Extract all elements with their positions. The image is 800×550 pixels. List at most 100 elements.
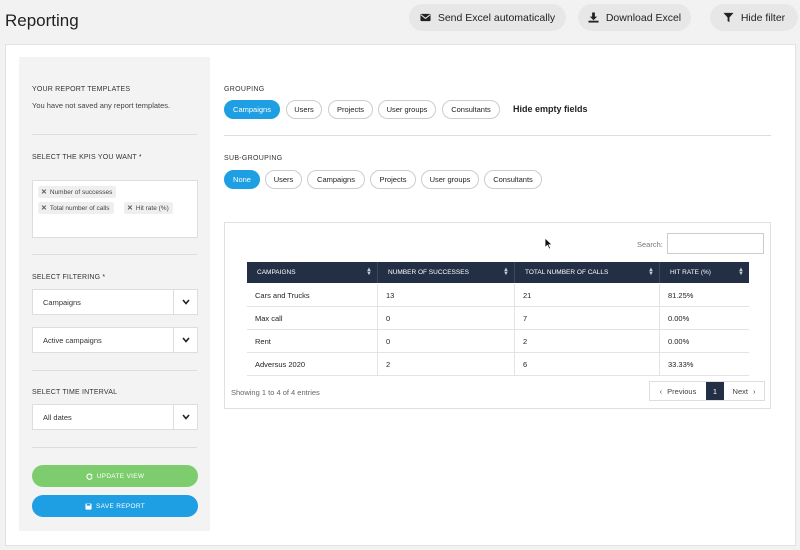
column-header-label: NUMBER OF SUCCESSES	[388, 269, 469, 276]
remove-icon[interactable]: ✕	[41, 188, 47, 196]
time-interval-value: All dates	[43, 412, 72, 422]
filter-value: Active campaigns	[43, 335, 102, 345]
table-row: Adversus 2020 2 6 33.33%	[247, 353, 749, 376]
hide-filter-label: Hide filter	[740, 11, 786, 24]
filter-value-select[interactable]: Active campaigns	[32, 327, 198, 353]
column-header-label: CAMPAIGNS	[257, 269, 296, 276]
subgrouping-option-none[interactable]: None	[224, 170, 260, 189]
table-row: Cars and Trucks 13 21 81.25%	[247, 284, 749, 307]
remove-icon[interactable]: ✕	[127, 204, 133, 212]
save-icon	[85, 502, 92, 510]
column-header-total-calls[interactable]: TOTAL NUMBER OF CALLS ▲ ▼	[514, 262, 659, 283]
chevron-down-icon[interactable]	[173, 405, 197, 429]
chevron-left-icon: ‹	[659, 386, 663, 396]
chevron-right-icon: ›	[752, 386, 756, 396]
sort-icon: ▲ ▼	[648, 267, 654, 277]
grouping-option-projects[interactable]: Projects	[328, 100, 373, 119]
cell-total-calls: 2	[514, 330, 659, 353]
search-input[interactable]	[667, 233, 764, 254]
grouping-option-campaigns[interactable]: Campaigns	[224, 100, 280, 119]
kpi-tag[interactable]: ✕ Total number of calls	[38, 202, 114, 214]
divider	[32, 134, 197, 135]
subgrouping-option-user-groups[interactable]: User groups	[421, 170, 479, 189]
update-view-label: UPDATE VIEW	[96, 472, 145, 480]
cell-hit-rate: 33.33%	[659, 353, 749, 376]
save-report-button[interactable]: SAVE REPORT	[32, 495, 198, 517]
report-panel: YOUR REPORT TEMPLATES You have not saved…	[5, 44, 796, 546]
filter-type-select[interactable]: Campaigns	[32, 289, 198, 315]
templates-empty-text: You have not saved any report templates.	[32, 101, 171, 110]
cell-successes: 13	[377, 284, 514, 307]
cell-hit-rate: 0.00%	[659, 330, 749, 353]
filter-icon	[723, 12, 734, 23]
send-excel-button[interactable]: Send Excel automatically	[409, 4, 566, 31]
kpi-heading: SELECT THE KPIS YOU WANT *	[32, 154, 142, 161]
table-row: Max call 0 7 0.00%	[247, 307, 749, 330]
sort-icon: ▲ ▼	[366, 267, 372, 277]
column-header-successes[interactable]: NUMBER OF SUCCESSES ▲ ▼	[377, 262, 514, 283]
divider	[32, 254, 197, 255]
kpi-tag-label: Number of successes	[49, 188, 113, 196]
pagination-previous[interactable]: ‹ Previous	[650, 382, 706, 400]
subgrouping-option-campaigns[interactable]: Campaigns	[307, 170, 365, 189]
remove-icon[interactable]: ✕	[41, 204, 47, 212]
send-excel-label: Send Excel automatically	[437, 11, 556, 24]
column-header-label: TOTAL NUMBER OF CALLS	[525, 269, 609, 276]
sort-icon: ▲ ▼	[503, 267, 509, 277]
cell-campaign: Adversus 2020	[255, 360, 306, 369]
pagination: ‹ Previous 1 Next ›	[649, 381, 765, 401]
kpi-multiselect[interactable]: ✕ Number of successes ✕ Total number of …	[32, 180, 198, 238]
chevron-down-icon[interactable]	[173, 290, 197, 314]
subgrouping-label: SUB-GROUPING	[224, 155, 283, 162]
divider	[32, 447, 197, 448]
subgrouping-option-consultants[interactable]: Consultants	[484, 170, 542, 189]
cell-campaign: Cars and Trucks	[255, 291, 310, 300]
search-label: Search:	[637, 240, 663, 249]
hide-filter-button[interactable]: Hide filter	[710, 4, 798, 31]
grouping-option-user-groups[interactable]: User groups	[378, 100, 436, 119]
hide-empty-fields-toggle[interactable]: Hide empty fields	[513, 104, 588, 114]
cell-total-calls: 6	[514, 353, 659, 376]
column-header-campaigns[interactable]: CAMPAIGNS ▲ ▼	[247, 262, 377, 283]
grouping-option-users[interactable]: Users	[286, 100, 322, 119]
templates-heading: YOUR REPORT TEMPLATES	[32, 86, 131, 93]
divider	[224, 135, 771, 136]
download-excel-label: Download Excel	[605, 11, 682, 24]
cell-hit-rate: 0.00%	[659, 307, 749, 330]
divider	[32, 370, 197, 371]
grouping-label: GROUPING	[224, 86, 265, 93]
mouse-cursor-icon	[544, 237, 553, 250]
cell-successes: 2	[377, 353, 514, 376]
pagination-next[interactable]: Next ›	[724, 382, 764, 400]
filter-type-value: Campaigns	[43, 297, 81, 307]
download-icon	[588, 12, 599, 23]
entries-info: Showing 1 to 4 of 4 entries	[231, 388, 320, 397]
update-view-button[interactable]: UPDATE VIEW	[32, 465, 198, 487]
cell-total-calls: 7	[514, 307, 659, 330]
save-report-label: SAVE REPORT	[96, 502, 145, 510]
time-interval-select[interactable]: All dates	[32, 404, 198, 430]
chevron-down-icon[interactable]	[173, 328, 197, 352]
time-interval-heading: SELECT TIME INTERVAL	[32, 389, 118, 396]
column-header-label: HIT RATE (%)	[670, 269, 711, 276]
kpi-tag[interactable]: ✕ Hit rate (%)	[124, 202, 173, 214]
cell-successes: 0	[377, 330, 514, 353]
cell-total-calls: 21	[514, 284, 659, 307]
download-excel-button[interactable]: Download Excel	[578, 4, 691, 31]
filtering-heading: SELECT FILTERING *	[32, 274, 106, 281]
pagination-page[interactable]: 1	[706, 382, 724, 400]
cell-successes: 0	[377, 307, 514, 330]
filter-sidebar: YOUR REPORT TEMPLATES You have not saved…	[19, 57, 210, 531]
subgrouping-option-users[interactable]: Users	[265, 170, 302, 189]
grouping-option-consultants[interactable]: Consultants	[442, 100, 500, 119]
column-header-hit-rate[interactable]: HIT RATE (%) ▲ ▼	[659, 262, 749, 283]
cell-campaign: Max call	[255, 314, 283, 323]
cell-hit-rate: 81.25%	[659, 284, 749, 307]
kpi-tag[interactable]: ✕ Number of successes	[38, 186, 117, 198]
subgrouping-option-projects[interactable]: Projects	[370, 170, 416, 189]
table-row: Rent 0 2 0.00%	[247, 330, 749, 353]
kpi-tag-label: Total number of calls	[49, 204, 110, 212]
pagination-next-label: Next	[732, 386, 748, 396]
envelope-icon	[420, 13, 431, 22]
cell-campaign: Rent	[255, 337, 271, 346]
